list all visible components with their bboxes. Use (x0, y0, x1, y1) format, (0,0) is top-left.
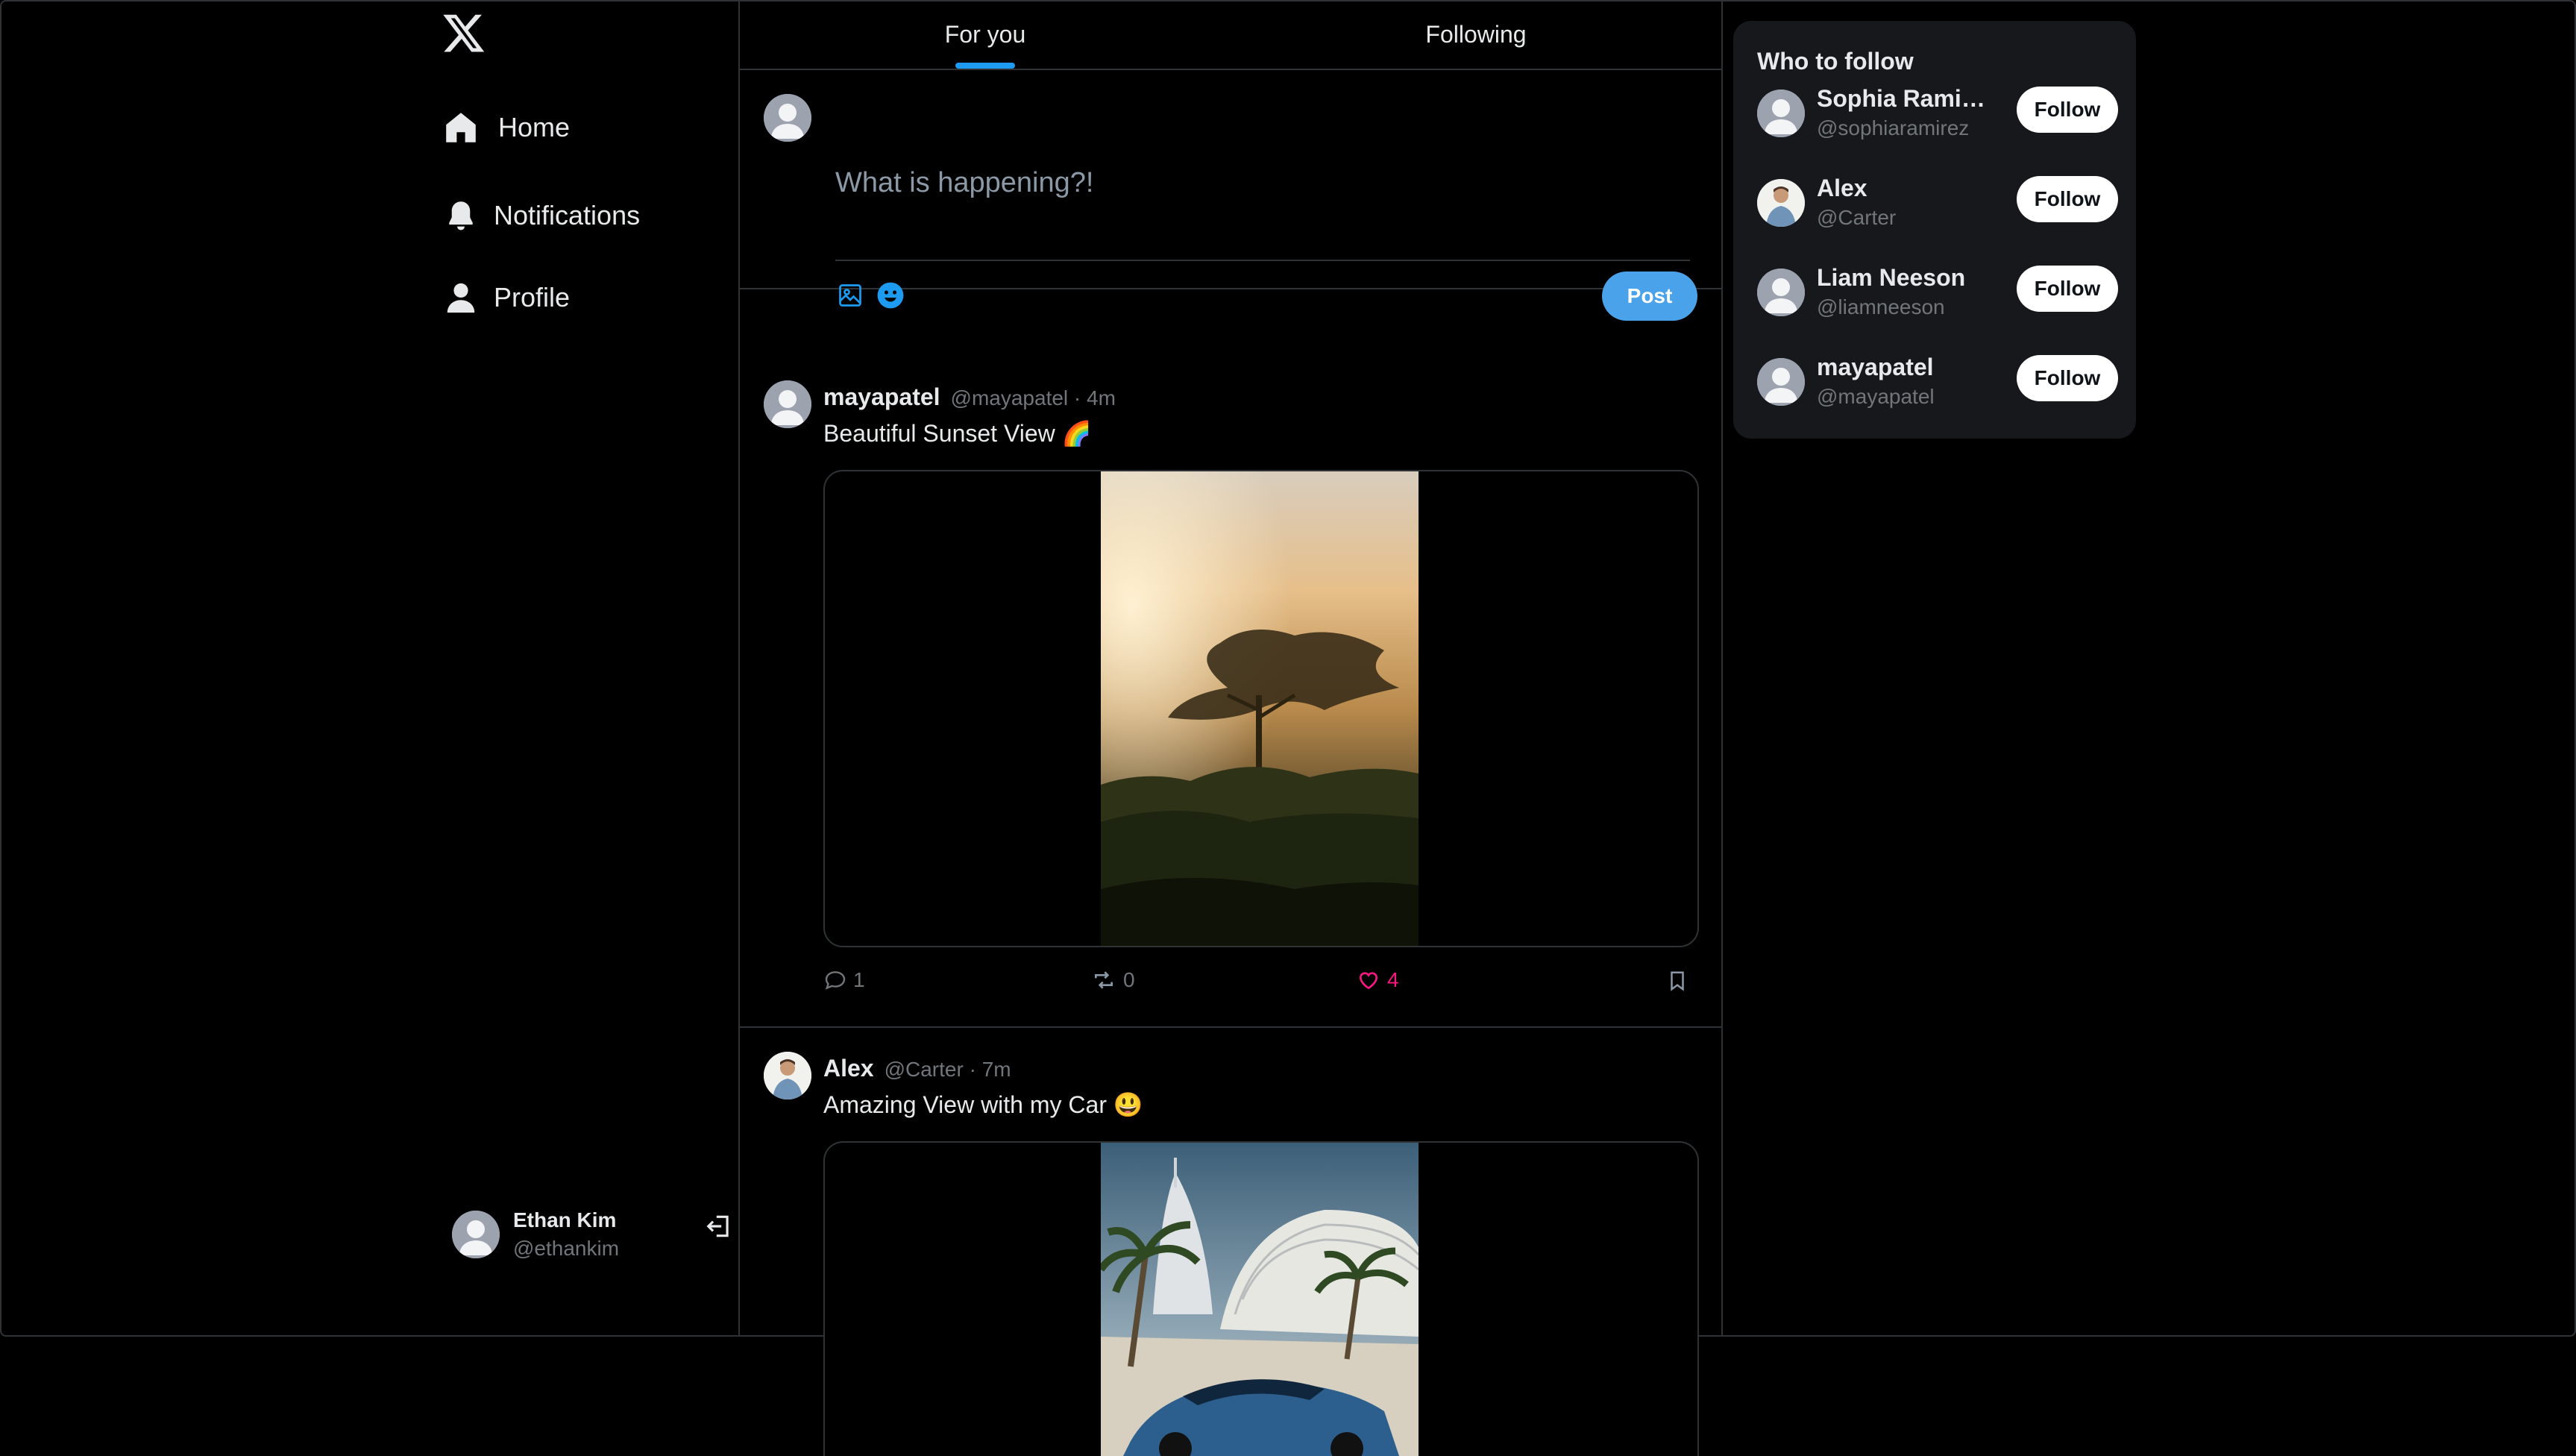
composer-divider (835, 260, 1690, 261)
left-sidebar: Home Notifications Profile Ethan Kim @et… (433, 0, 738, 1337)
reply-count: 1 (853, 968, 865, 991)
follow-button[interactable]: Follow (2017, 176, 2118, 222)
sidebar-item-notifications[interactable]: Notifications (442, 189, 640, 242)
post-actions: 1 0 4 (823, 968, 1696, 1001)
post-media[interactable] (823, 470, 1699, 947)
post[interactable]: Alex @Carter · 7m Amazing View with my C… (740, 1028, 1721, 1456)
post-meta: @mayapatel · 4m (950, 386, 1116, 410)
timeline-tabs: For you Following (740, 0, 1721, 70)
logout-icon[interactable] (703, 1210, 735, 1243)
follow-button[interactable]: Follow (2017, 355, 2118, 401)
reply-icon (825, 971, 846, 990)
account-switcher[interactable]: Ethan Kim @ethankim (452, 1201, 735, 1268)
who-to-follow-card: Who to follow Sophia Ramir... @sophiaram… (1733, 21, 2136, 439)
avatar[interactable] (1757, 358, 1805, 406)
sidebar-item-label: Notifications (494, 200, 641, 230)
like-button[interactable]: 4 (1356, 968, 1399, 992)
bookmark-button[interactable] (1666, 968, 1694, 994)
suggestion-name[interactable]: Liam Neeson (1817, 264, 1985, 292)
repost-count: 0 (1123, 968, 1135, 991)
suggestion-handle: @liamneeson (1817, 295, 1945, 318)
heart-icon (1359, 972, 1378, 990)
tab-following[interactable]: Following (1231, 0, 1721, 69)
post[interactable]: mayapatel @mayapatel · 4m Beautiful Suns… (740, 357, 1721, 1028)
avatar[interactable] (1757, 90, 1805, 137)
user-icon (442, 278, 480, 317)
sidebar-item-label: Profile (494, 282, 571, 313)
bell-icon (442, 196, 480, 235)
post-composer: Post (740, 70, 1721, 321)
sidebar-item-home[interactable]: Home (442, 101, 570, 154)
sunset-tree-image (1101, 471, 1419, 946)
suggestion-handle: @Carter (1817, 206, 1897, 229)
repost-button[interactable]: 0 (1090, 968, 1135, 992)
sidebar-item-label: Home (498, 112, 571, 142)
post-media[interactable] (823, 1141, 1699, 1456)
follow-suggestion[interactable]: Liam Neeson @liamneeson Follow (1757, 264, 2118, 331)
home-icon (442, 108, 480, 147)
avatar (764, 94, 811, 142)
car-hotel-image (1101, 1143, 1419, 1456)
sidebar-item-profile[interactable]: Profile (442, 272, 570, 324)
x-logo-icon[interactable] (442, 10, 486, 55)
post-meta: @Carter · 7m (884, 1058, 1011, 1081)
avatar[interactable] (1757, 179, 1805, 227)
post-button[interactable]: Post (1602, 272, 1697, 321)
follow-button[interactable]: Follow (2017, 266, 2118, 312)
bookmark-icon (1671, 971, 1684, 991)
suggestion-handle: @sophiaramirez (1817, 116, 1970, 139)
main-timeline: For you Following Post mayapatel @mayapa… (738, 0, 1723, 1456)
follow-button[interactable]: Follow (2017, 87, 2118, 133)
reply-button[interactable]: 1 (823, 968, 865, 992)
suggestion-handle: @mayapatel (1817, 385, 1935, 408)
avatar (452, 1211, 500, 1258)
account-name: Ethan Kim (513, 1208, 617, 1231)
post-author-name[interactable]: Alex (823, 1055, 874, 1082)
avatar[interactable] (1757, 269, 1805, 316)
suggestion-name[interactable]: Sophia Ramir... (1817, 85, 1985, 113)
suggestion-name[interactable]: Alex (1817, 175, 1985, 202)
suggestion-name[interactable]: mayapatel (1817, 354, 1985, 381)
post-author-name[interactable]: mayapatel (823, 383, 940, 411)
follow-suggestion[interactable]: mayapatel @mayapatel Follow (1757, 354, 2118, 421)
avatar[interactable] (764, 380, 811, 428)
image-icon[interactable] (835, 280, 865, 310)
post-text: Amazing View with my Car 😃 (823, 1091, 1143, 1118)
follow-suggestion[interactable]: Alex @Carter Follow (1757, 175, 2118, 242)
who-to-follow-title: Who to follow (1757, 48, 1914, 75)
post-text: Beautiful Sunset View 🌈 (823, 420, 1092, 447)
emoji-icon[interactable] (876, 280, 905, 310)
account-handle: @ethankim (513, 1237, 620, 1260)
like-count: 4 (1387, 968, 1399, 991)
compose-input[interactable] (835, 167, 1690, 199)
repost-icon (1095, 971, 1113, 989)
avatar[interactable] (764, 1052, 811, 1099)
tab-for-you[interactable]: For you (740, 0, 1231, 69)
follow-suggestion[interactable]: Sophia Ramir... @sophiaramirez Follow (1757, 85, 2118, 152)
